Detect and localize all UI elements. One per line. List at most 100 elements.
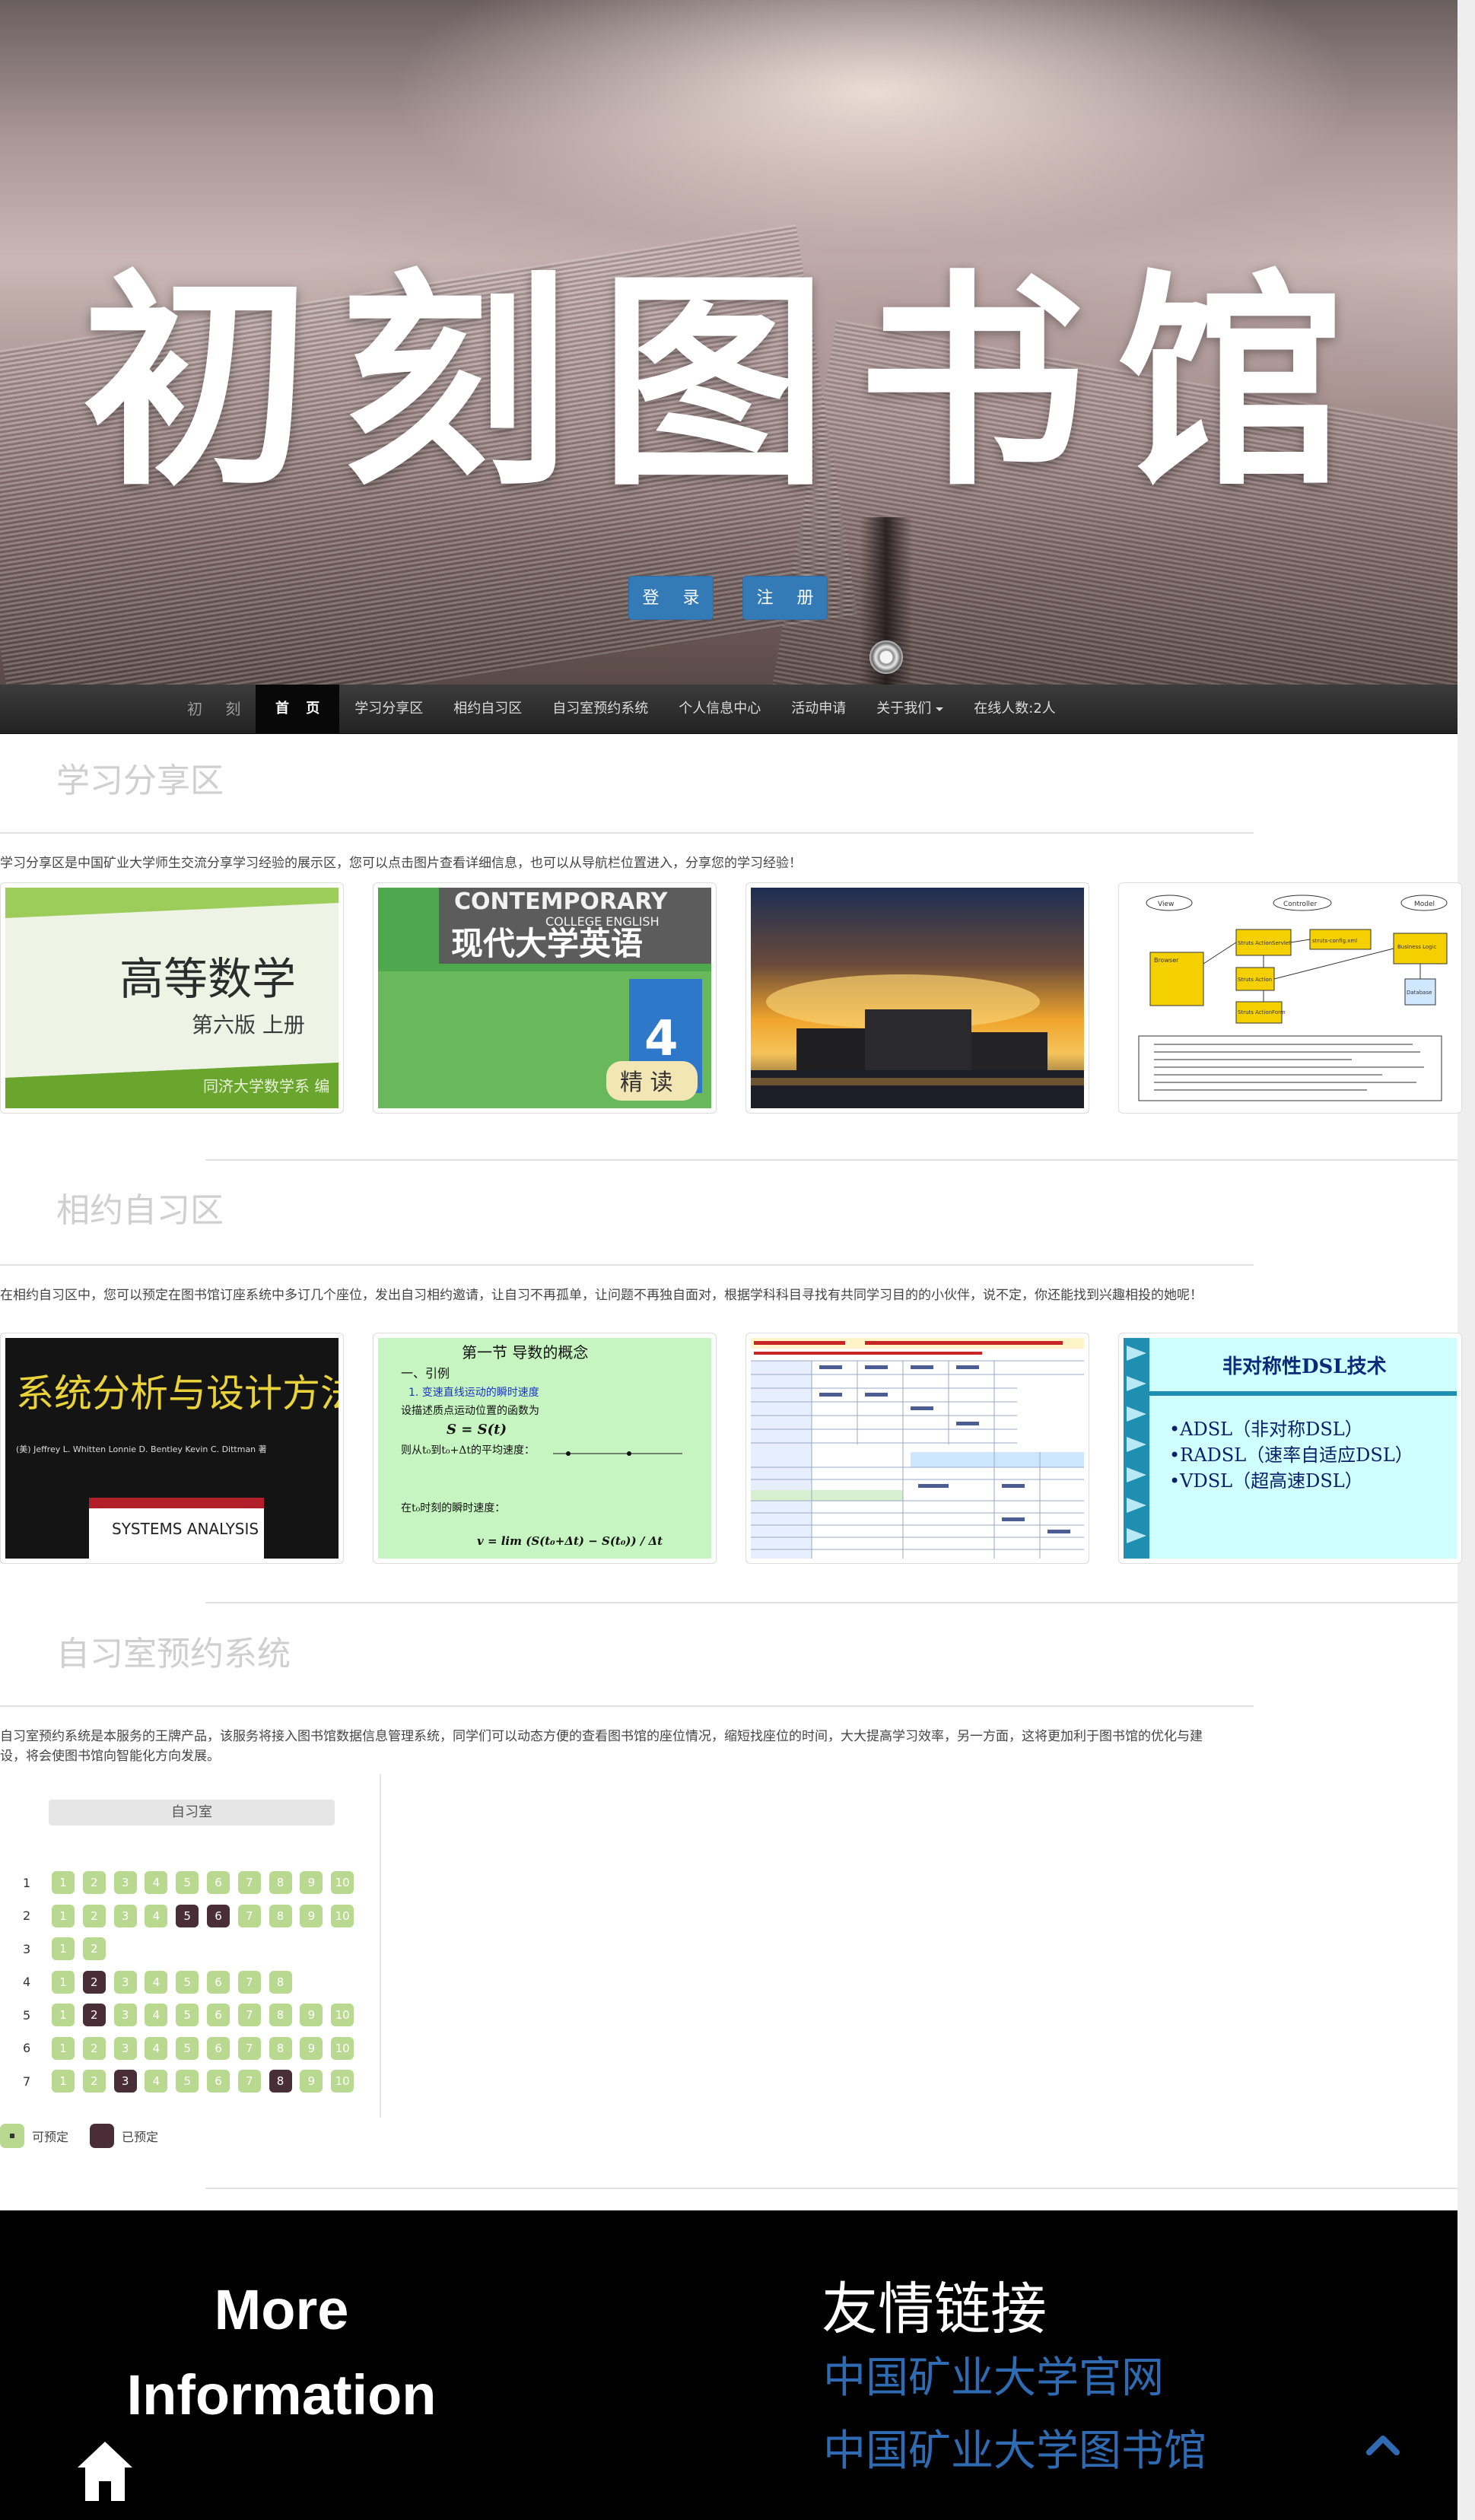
nav-item-about[interactable]: 关于我们: [861, 685, 958, 733]
seat-available[interactable]: 4: [145, 1871, 168, 1894]
seat-available[interactable]: 8: [269, 1970, 292, 1994]
seat-available[interactable]: 2: [82, 1937, 106, 1960]
link-cumt-official[interactable]: 中国矿业大学官网: [823, 2352, 1164, 2405]
home-icon[interactable]: [76, 2439, 134, 2503]
seat-available[interactable]: 3: [113, 1904, 137, 1927]
section-divider: [205, 1602, 1458, 1603]
seat-available[interactable]: 5: [176, 2004, 199, 2026]
seat-taken[interactable]: 3: [113, 2070, 137, 2093]
seat-available[interactable]: 1: [52, 2004, 75, 2026]
seat-available[interactable]: 7: [237, 1970, 261, 1994]
seat-available[interactable]: 3: [113, 1871, 137, 1894]
seat-available[interactable]: 1: [52, 1904, 75, 1927]
seat-available[interactable]: 7: [237, 1871, 261, 1894]
share-card-struts[interactable]: View Controller Model Browser Struts Act…: [1118, 882, 1462, 1114]
seat-available[interactable]: 4: [145, 1904, 168, 1927]
nav-item-share[interactable]: 学习分享区: [339, 685, 438, 733]
more-info-line1: More: [214, 2278, 349, 2341]
share-card-english[interactable]: CONTEMPORARY COLLEGE ENGLISH 现代大学英语 4 精 …: [373, 882, 717, 1114]
seat-available[interactable]: 1: [52, 1937, 75, 1960]
nav-item-profile[interactable]: 个人信息中心: [663, 685, 776, 733]
seat-available[interactable]: 9: [300, 2036, 323, 2060]
section-divider: [0, 1264, 1254, 1266]
seat-available[interactable]: 7: [237, 1904, 261, 1927]
hero-banner: 初刻图书馆 登 录 注 册: [0, 0, 1458, 685]
navbar-brand[interactable]: 初 刻: [187, 685, 250, 733]
row-number: 7: [23, 2074, 31, 2089]
seat-available[interactable]: 4: [145, 2070, 168, 2093]
share-card-math[interactable]: 高等数学 第六版 上册 同济大学数学系 编: [0, 882, 344, 1114]
seat-available[interactable]: 6: [206, 2004, 230, 2026]
math-book-title: 高等数学: [119, 953, 296, 1005]
seat-available[interactable]: 9: [300, 1904, 323, 1927]
seat-legend: 可预定 已预定: [0, 2124, 180, 2148]
seat-available[interactable]: 2: [82, 1904, 106, 1927]
seat-available[interactable]: 5: [176, 1970, 199, 1994]
legend-taken-swatch: [90, 2124, 115, 2148]
study-card-derivative[interactable]: 第一节 导数的概念 一、引例 1. 变速直线运动的瞬时速度 设描述质点运动位置的…: [373, 1333, 717, 1564]
seat-available[interactable]: 3: [113, 1970, 137, 1994]
seat-available[interactable]: 9: [300, 2070, 323, 2093]
seat-available[interactable]: 6: [206, 1871, 230, 1894]
login-button[interactable]: 登 录: [628, 576, 714, 620]
seat-available[interactable]: 7: [237, 2070, 261, 2093]
register-button[interactable]: 注 册: [742, 576, 828, 620]
seat-available[interactable]: 10: [331, 1871, 354, 1894]
seat-available[interactable]: 2: [82, 1871, 106, 1894]
seat-available[interactable]: 8: [269, 1871, 292, 1894]
nav-item-study[interactable]: 相约自习区: [438, 685, 537, 733]
seat-available[interactable]: 8: [269, 2036, 292, 2060]
main-navbar: 初 刻 首 页 学习分享区 相约自习区 自习室预约系统 个人信息中心 活动申请 …: [0, 685, 1458, 734]
seat-available[interactable]: 2: [82, 2036, 106, 2060]
seat-available[interactable]: 4: [145, 2004, 168, 2026]
seat-available[interactable]: 8: [269, 2004, 292, 2026]
seat-available[interactable]: 1: [52, 1871, 75, 1894]
seat-available[interactable]: 10: [331, 1904, 354, 1927]
seat-available[interactable]: 8: [269, 1904, 292, 1927]
seat-taken[interactable]: 5: [176, 1904, 199, 1927]
study-card-dsl[interactable]: 非对称性DSL技术 •ADSL（非对称DSL） •RADSL（速率自适应DSL）…: [1118, 1333, 1462, 1564]
seat-available[interactable]: 6: [206, 2070, 230, 2093]
nav-item-home[interactable]: 首 页: [256, 685, 340, 733]
seat-available[interactable]: 1: [52, 2070, 75, 2093]
seat-available[interactable]: 1: [52, 1970, 75, 1994]
seat-available[interactable]: 3: [113, 2036, 137, 2060]
seat-available[interactable]: 5: [176, 1871, 199, 1894]
link-cumt-library[interactable]: 中国矿业大学图书馆: [823, 2425, 1206, 2478]
seat-available[interactable]: 5: [176, 2070, 199, 2093]
diagram-label-model: Model: [1414, 901, 1435, 908]
seat-available[interactable]: 9: [300, 1871, 323, 1894]
struts-diagram: View Controller Model Browser Struts Act…: [1124, 888, 1457, 1108]
seat-taken[interactable]: 2: [82, 1970, 106, 1994]
seat-taken[interactable]: 8: [269, 2070, 292, 2093]
seat-taken[interactable]: 6: [206, 1904, 230, 1927]
seat-available[interactable]: 1: [52, 2036, 75, 2060]
seat-available[interactable]: 10: [331, 2070, 354, 2093]
seat-available[interactable]: 9: [300, 2004, 323, 2026]
seat-available[interactable]: 10: [331, 2004, 354, 2026]
seat-available[interactable]: 10: [331, 2036, 354, 2060]
seat-row: 1 1 2 3 4 5 6 7 8 9 10: [23, 1871, 362, 1894]
nav-item-booking[interactable]: 自习室预约系统: [537, 685, 663, 733]
seat-available[interactable]: 3: [113, 2004, 137, 2026]
page-scrollbar[interactable]: [1458, 0, 1475, 2520]
seat-available[interactable]: 6: [206, 1970, 230, 1994]
seat-available[interactable]: 7: [237, 2036, 261, 2060]
seat-available[interactable]: 4: [145, 1970, 168, 1994]
section-divider: [205, 1159, 1458, 1161]
seat-row: 5 1 2 3 4 5 6 7 8 9 10: [23, 2004, 362, 2026]
nav-item-activity[interactable]: 活动申请: [776, 685, 861, 733]
study-card-sysanalysis[interactable]: 系统分析与设计方法 (美) Jeffrey L. Whitten Lonnie …: [0, 1333, 344, 1564]
site-title: 初刻图书馆: [82, 251, 1375, 516]
seat-available[interactable]: 7: [237, 2004, 261, 2026]
derivative-title: 第一节 导数的概念: [462, 1343, 588, 1362]
seat-available[interactable]: 6: [206, 2036, 230, 2060]
chevron-up-icon[interactable]: [1366, 2431, 1400, 2458]
row-number: 3: [23, 1941, 31, 1956]
seat-available[interactable]: 4: [145, 2036, 168, 2060]
study-card-spreadsheet[interactable]: [745, 1333, 1089, 1564]
seat-available[interactable]: 2: [82, 2070, 106, 2093]
seat-taken[interactable]: 2: [82, 2004, 106, 2026]
seat-available[interactable]: 5: [176, 2036, 199, 2060]
share-card-campus[interactable]: [745, 882, 1089, 1114]
